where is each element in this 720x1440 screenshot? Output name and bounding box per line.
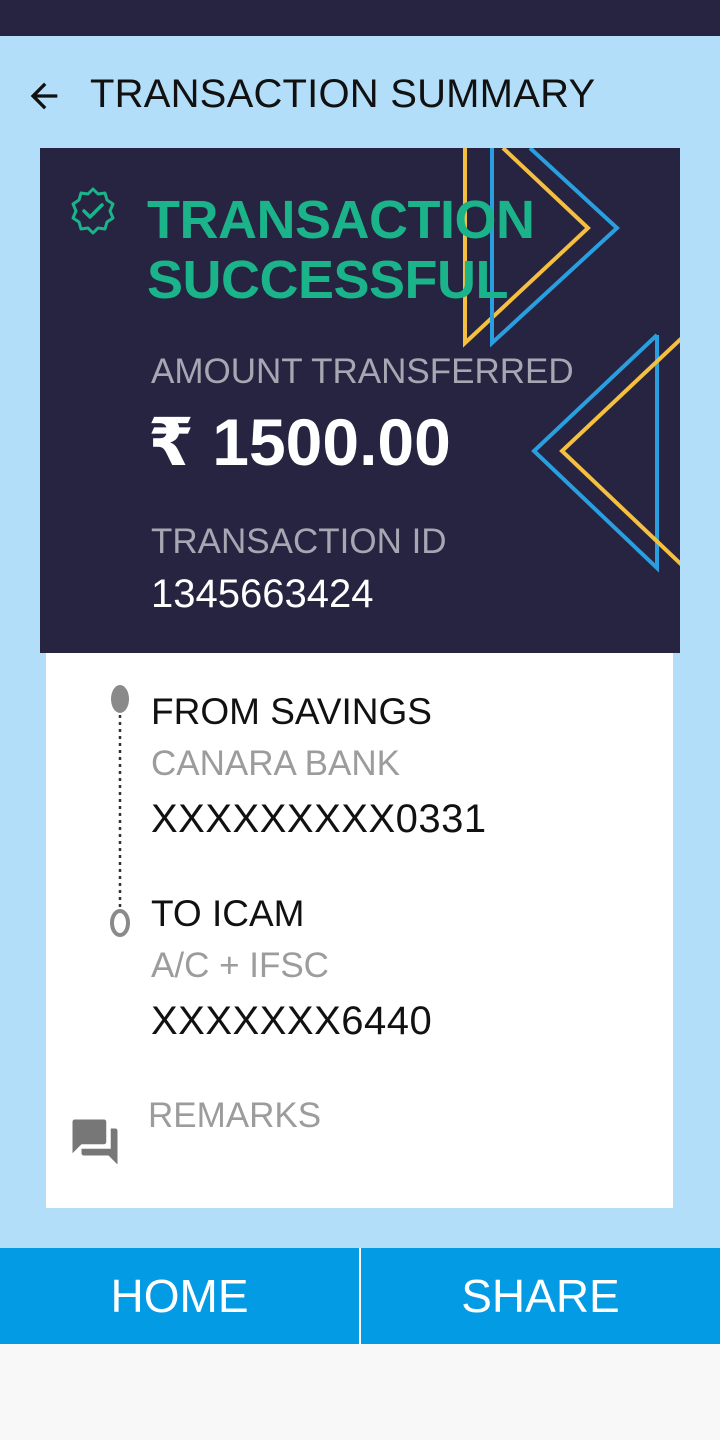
status-bar (0, 0, 720, 36)
transfer-timeline (110, 685, 130, 937)
to-account-type: A/C + IFSC (151, 946, 329, 985)
from-account-number: XXXXXXXXX0331 (151, 797, 487, 841)
navigation-area (0, 1344, 720, 1440)
arrow-left-icon (30, 82, 58, 110)
to-account-number: XXXXXXX6440 (151, 999, 433, 1043)
transaction-id-label: TRANSACTION ID (151, 522, 447, 561)
app-header: TRANSACTION SUMMARY (0, 36, 720, 148)
home-button[interactable]: HOME (0, 1248, 359, 1344)
back-button[interactable] (18, 70, 70, 122)
transaction-id-value: 1345663424 (151, 572, 374, 616)
from-bank-name: CANARA BANK (151, 744, 400, 783)
page-title: TRANSACTION SUMMARY (90, 72, 596, 116)
success-title: TRANSACTION SUCCESSFUL (147, 190, 567, 310)
remarks-label: REMARKS (148, 1096, 322, 1135)
transaction-status-card: TRANSACTION SUCCESSFUL AMOUNT TRANSFERRE… (40, 148, 680, 653)
share-button[interactable]: SHARE (361, 1248, 720, 1344)
success-title-line2: SUCCESSFUL (147, 250, 509, 310)
chat-bubbles-icon (72, 1119, 118, 1165)
from-account-title: FROM SAVINGS (151, 691, 432, 732)
amount-label: AMOUNT TRANSFERRED (151, 352, 574, 391)
transfer-details-card: FROM SAVINGS CANARA BANK XXXXXXXXX0331 T… (46, 653, 673, 1208)
success-title-line1: TRANSACTION (147, 190, 535, 250)
to-account-title: TO ICAM (151, 893, 305, 934)
amount-value: ₹ 1500.00 (148, 405, 451, 479)
check-badge-icon (71, 187, 115, 235)
bottom-action-bar: HOME SHARE (0, 1248, 720, 1344)
